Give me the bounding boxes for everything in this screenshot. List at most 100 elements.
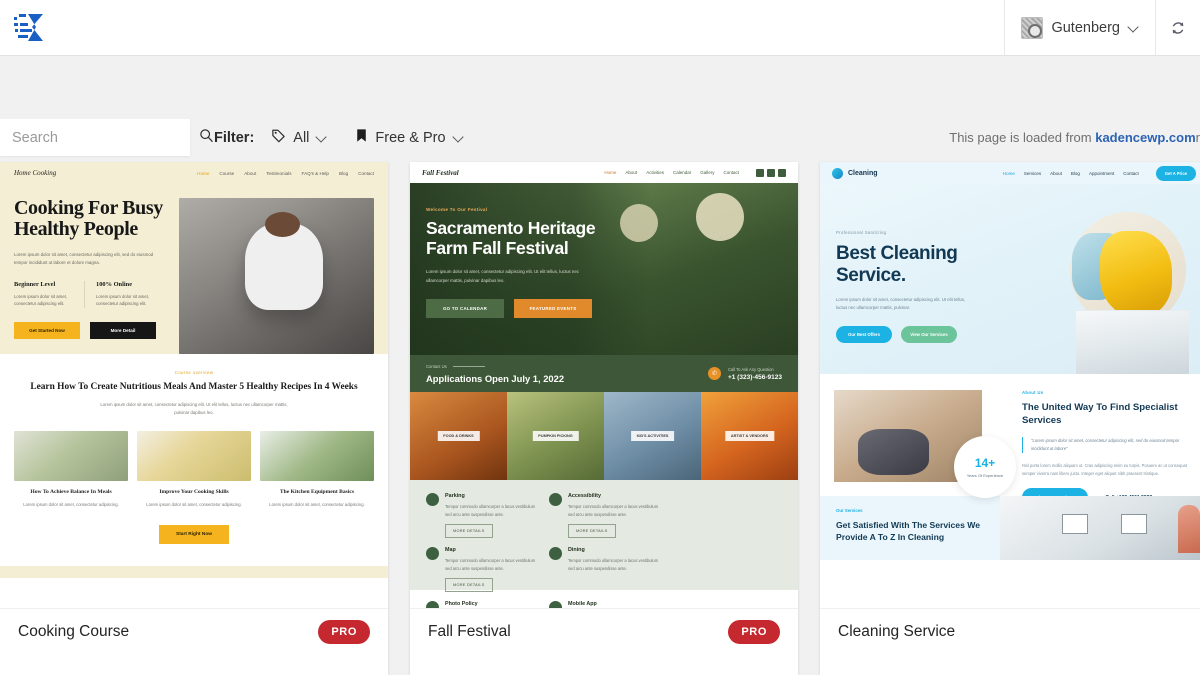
phone-icon: ✆ [707, 367, 721, 380]
mini-phone-number: +1 (323)-456-9123 [727, 373, 782, 381]
mini-hero-button: FEATURED EVENTS [514, 299, 592, 319]
mini-hero-button: Our Best Offers [836, 325, 892, 343]
mini-about-section: 14+ Years Of Experience About Us The Uni… [820, 374, 1200, 508]
template-preview[interactable]: Cleaning Home Services About Blog Appoin… [820, 162, 1200, 608]
price-filter-dropdown[interactable]: Free & Pro [355, 128, 463, 147]
mini-card: The Kitchen Equipment Basics Lorem ipsum… [260, 431, 374, 509]
frame-shape [1062, 513, 1089, 534]
mini-tile-label: FOOD & DRINKS [437, 431, 480, 441]
source-note-link[interactable]: kadencewp.com [1095, 130, 1195, 145]
mini-card-body: Lorem ipsum dolor sit amet, consectetur … [146, 502, 242, 508]
mini-tile: FOOD & DRINKS [410, 392, 507, 480]
source-note-suffix: r [1195, 130, 1200, 145]
card-title: Cleaning Service [838, 623, 956, 640]
glove-shape [1100, 230, 1173, 317]
theme-thumbnail-icon [1021, 16, 1044, 39]
mini-nav-item: Testimonials [266, 170, 292, 176]
mini-feature-grid: Parking Tempor commodo ullamcorper a lac… [410, 480, 798, 608]
mini-hero-button: View Our Services [901, 325, 957, 343]
mini-site-fall-festival: Fall Festival Home About Activities Cale… [410, 162, 798, 608]
mini-contact-kicker-text: Contact Us [426, 363, 447, 369]
mini-about-body: Nisl porta lorem mollis aliquam ut. Cras… [1022, 462, 1187, 476]
theme-switcher-dropdown[interactable]: Gutenberg [1004, 0, 1155, 56]
template-preview[interactable]: Home Cooking Home Course About Testimoni… [0, 162, 388, 608]
mini-hero-title: Best Cleaning Service. [836, 243, 958, 287]
mini-nav-item: Course [219, 170, 235, 176]
card-footer: Fall Festival PRO [410, 608, 798, 655]
mini-cta-button: Start Right Now [159, 524, 229, 544]
frame-shape [1120, 513, 1147, 534]
mini-hero-button: Get Started Now [14, 322, 80, 340]
refresh-button[interactable] [1155, 0, 1200, 56]
search-icon[interactable] [199, 128, 214, 148]
filter-label: Filter: [214, 129, 255, 146]
mini-about-title: The United Way To Find Specialist Servic… [1022, 402, 1178, 426]
mini-hero-title: Sacramento Heritage Farm Fall Festival [426, 218, 596, 258]
mini-card-body: Lorem ipsum dolor sit amet, consectetur … [269, 502, 365, 508]
experience-label: Years Of Experience [966, 472, 1004, 478]
top-bar-right: Gutenberg [1004, 0, 1200, 56]
mini-section: Course overview Learn How To Create Nutr… [0, 354, 388, 554]
mini-hero-kicker: Professional Sanitizing [836, 230, 887, 235]
category-filter-dropdown[interactable]: All [271, 128, 327, 147]
mini-feature-body: Tempor commodo ullamcorper a lacus vesti… [445, 504, 536, 517]
tag-icon [271, 128, 286, 147]
mini-site-cleaning: Cleaning Home Services About Blog Appoin… [820, 162, 1200, 560]
mini-feature-button: MORE DETAILS [568, 524, 616, 539]
template-card-cleaning-service[interactable]: Cleaning Home Services About Blog Appoin… [820, 162, 1200, 675]
mini-card-title: How To Achieve Balance In Meals [30, 489, 112, 495]
mini-feature-title: 100% Online [96, 280, 133, 288]
mini-nav-item: Home [197, 170, 210, 176]
mini-nav-item: Appointment [1088, 170, 1115, 176]
mini-feature: Parking Tempor commodo ullamcorper a lac… [426, 493, 539, 539]
mini-site-logo: Fall Festival [422, 168, 459, 177]
template-preview[interactable]: Fall Festival Home About Activities Cale… [410, 162, 798, 608]
mini-feature-title: Photo Policy [445, 601, 478, 608]
mini-tile-label: PUMPKIN PICKING [532, 431, 579, 441]
mini-feature-body: Tempor commodo ullamcorper a lacus vesti… [568, 558, 659, 571]
mini-hero-image [179, 198, 374, 354]
mini-contact-kicker: Contact Us [426, 364, 564, 369]
accessibility-icon [549, 493, 562, 506]
mini-hero-title: Cooking For Busy Healthy People [14, 197, 163, 241]
mini-nav-item: Calendar [672, 170, 692, 175]
search-box[interactable] [0, 119, 213, 156]
parking-icon [426, 493, 439, 506]
mini-card-image [260, 431, 374, 481]
template-card-cooking-course[interactable]: Home Cooking Home Course About Testimoni… [0, 162, 388, 675]
mobile-icon [549, 601, 562, 608]
mini-feature-body: Lorem ipsum dolor sit amet, consectetur … [14, 293, 68, 307]
top-bar: Gutenberg [0, 0, 1200, 56]
mini-card: How To Achieve Balance In Meals Lorem ip… [14, 431, 128, 509]
mini-hero-button: More Detail [90, 322, 156, 340]
mini-about-image: 14+ Years Of Experience [834, 390, 1016, 498]
mini-feature-title: Mobile App [568, 601, 597, 608]
vacuum-shape [857, 428, 929, 475]
mini-card-list: How To Achieve Balance In Meals Lorem ip… [14, 431, 374, 509]
divider [452, 365, 485, 367]
mini-nav-item: Gallery [700, 170, 715, 175]
mini-nav-item: About [1050, 170, 1062, 176]
mini-feature-title: Dining [568, 547, 585, 554]
mini-site-logo: Home Cooking [14, 169, 57, 177]
mini-nav-item: Home [604, 170, 617, 175]
person-shape [1177, 504, 1200, 553]
template-card-fall-festival[interactable]: Fall Festival Home About Activities Cale… [410, 162, 798, 675]
kadence-logo-icon[interactable] [12, 11, 54, 45]
mini-nav-cta: Get A Price [1155, 165, 1196, 181]
card-footer: Cleaning Service [820, 608, 1200, 655]
source-note-text: This page is loaded from [949, 130, 1096, 145]
mini-footer-strip [0, 565, 388, 578]
mini-card: Improve Your Cooking Skills Lorem ipsum … [137, 431, 251, 509]
card-footer: Cooking Course PRO [0, 608, 388, 655]
search-input[interactable] [12, 129, 199, 146]
mini-feature-title: Map [445, 547, 456, 554]
refresh-sync-icon [1172, 21, 1184, 34]
chevron-down-icon [1128, 22, 1139, 33]
mini-feature-button: MORE DETAILS [445, 524, 493, 539]
card-title: Fall Festival [428, 623, 511, 640]
mini-about-quote: "Lorem ipsum dolor sit amet, consectetur… [1022, 436, 1194, 453]
mini-services-kicker: Our Services [836, 508, 863, 513]
map-icon [426, 547, 439, 561]
mini-feature: Accessibility Tempor commodo ullamcorper… [549, 493, 662, 539]
